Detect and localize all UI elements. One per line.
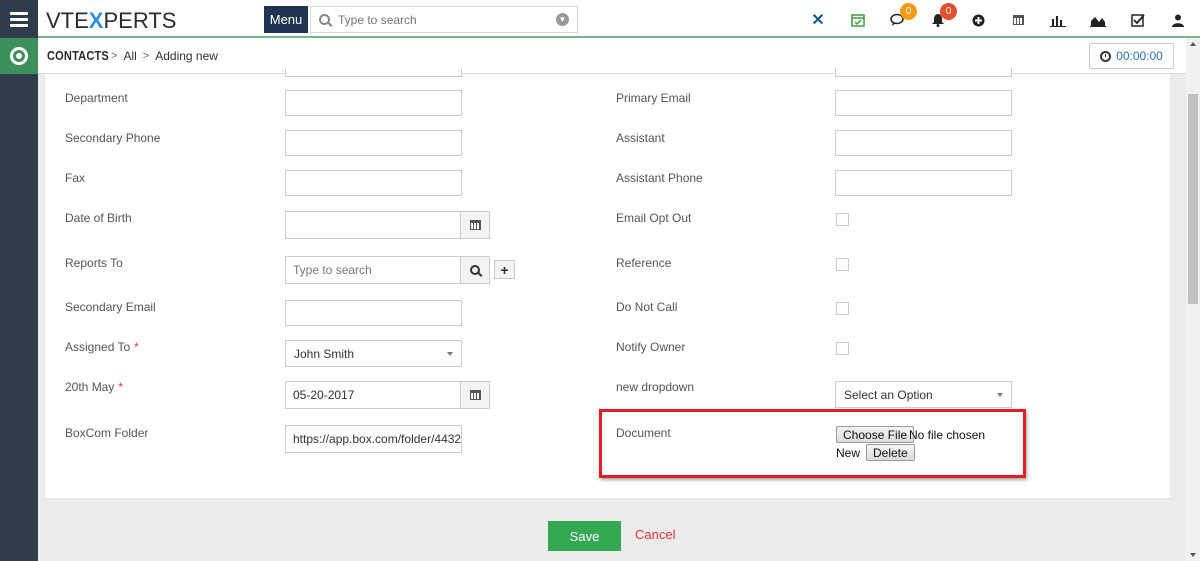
label-secondary-phone: Secondary Phone [65,131,161,145]
user-icon[interactable] [1158,8,1198,32]
previous-field-input[interactable] [285,68,462,77]
scroll-up-icon[interactable] [1190,42,1196,46]
chevron-down-icon [447,351,453,356]
label-secondary-email: Secondary Email [65,300,156,314]
label-new-dropdown: new dropdown [616,380,695,394]
chevron-down-icon [997,392,1003,397]
new-dropdown-value: Select an Option [844,387,933,402]
label-assistant-phone: Assistant Phone [616,171,703,185]
breadcrumb-separator: > [111,49,118,62]
label-boxcom-folder: BoxCom Folder [65,426,149,440]
bell-badge: 0 [940,3,957,20]
global-search[interactable]: ▼ [310,6,578,33]
calendar-icon [469,220,481,230]
secondary-phone-input[interactable] [285,130,462,156]
secondary-email-input[interactable] [285,300,462,326]
breadcrumb-filter[interactable]: All [123,49,136,63]
fax-input[interactable] [285,170,462,196]
vtexperts-x-icon[interactable]: ✕ [798,8,838,32]
assistant-phone-input[interactable] [835,170,1012,196]
label-date-of-birth: Date of Birth [65,211,132,225]
search-icon [319,14,330,25]
menu-button[interactable]: Menu [264,6,308,33]
primary-email-input[interactable] [835,90,1012,116]
calendar-check-icon[interactable] [838,8,878,32]
assistant-input[interactable] [835,130,1012,156]
breadcrumb-module[interactable]: CONTACTS [47,48,109,63]
required-marker: * [118,380,124,394]
save-button[interactable]: Save [548,521,621,551]
scroll-down-icon[interactable] [1190,553,1196,557]
label-email-opt-out: Email Opt Out [616,211,692,225]
module-target-icon[interactable] [0,38,38,74]
page-scrollbar[interactable] [1186,38,1200,561]
label-notify-owner: Notify Owner [616,340,686,354]
label-reports-to: Reports To [65,256,123,270]
assigned-to-select[interactable]: John Smith [285,340,462,367]
label-department: Department [65,91,128,105]
task-check-icon[interactable] [1118,8,1158,32]
form-footer: Save Cancel [38,507,1186,561]
reports-to-search-input[interactable]: Type to search [285,256,461,284]
calendar-icon[interactable] [998,8,1038,32]
notify-owner-checkbox[interactable] [836,342,849,355]
label-assigned-to: Assigned To * [65,340,139,354]
date-of-birth-calendar-button[interactable] [460,211,490,239]
do-not-call-checkbox[interactable] [836,302,849,315]
20th-may-calendar-button[interactable] [460,381,490,409]
breadcrumb-page: Adding new [155,48,218,63]
date-of-birth-input[interactable] [285,211,461,239]
boxcom-folder-input[interactable]: https://app.box.com/folder/4432 [285,425,462,453]
document-highlight-box [599,409,1026,478]
department-input[interactable] [285,90,462,116]
label-fax: Fax [65,171,86,185]
breadcrumb-bar: CONTACTS > All > Adding new 00:00:00 [38,38,1186,74]
label-20th-may: 20th May * [65,380,123,394]
reports-to-search-button[interactable] [460,256,490,284]
label-assigned-to-text: Assigned To [65,340,131,354]
label-reference: Reference [616,256,672,270]
new-dropdown-select[interactable]: Select an Option [835,381,1012,408]
plus-circle-icon[interactable] [958,8,998,32]
chat-icon[interactable]: 0 [878,3,918,32]
left-rail [0,0,38,561]
previous-field-input[interactable] [835,68,1012,77]
bell-icon[interactable]: 0 [918,3,958,32]
area-chart-icon[interactable] [1078,8,1118,32]
search-icon [470,265,480,275]
cancel-link[interactable]: Cancel [635,527,675,542]
breadcrumb-separator: > [142,49,150,62]
calendar-icon [469,390,481,400]
label-do-not-call: Do Not Call [616,300,678,314]
chevron-down-icon[interactable]: ▼ [556,13,569,26]
header-icons: ✕ 0 0 [798,3,1198,32]
scrollbar-thumb[interactable] [1188,94,1198,304]
search-input[interactable] [338,12,556,27]
email-opt-out-checkbox[interactable] [836,213,849,226]
label-20th-may-text: 20th May [65,380,115,394]
label-assistant: Assistant [616,131,665,145]
bar-chart-icon[interactable] [1038,8,1078,32]
vtexperts-logo[interactable]: VTEXPERTS [46,8,176,34]
assigned-to-value: John Smith [294,346,355,361]
chat-badge: 0 [900,3,917,20]
timer-button[interactable]: 00:00:00 [1089,43,1174,69]
20th-may-date-input[interactable]: 05-20-2017 [285,381,461,409]
breadcrumb: CONTACTS > All > Adding new [47,48,218,63]
hamburger-menu-icon[interactable] [0,0,38,38]
clock-icon [1100,50,1112,62]
reports-to-add-button[interactable]: + [494,260,515,279]
label-primary-email: Primary Email [616,91,691,105]
reference-checkbox[interactable] [836,258,849,271]
timer-value: 00:00:00 [1116,49,1163,63]
top-bar: VTEXPERTS Menu ▼ ✕ 0 0 [38,0,1200,38]
required-marker: * [134,340,139,354]
